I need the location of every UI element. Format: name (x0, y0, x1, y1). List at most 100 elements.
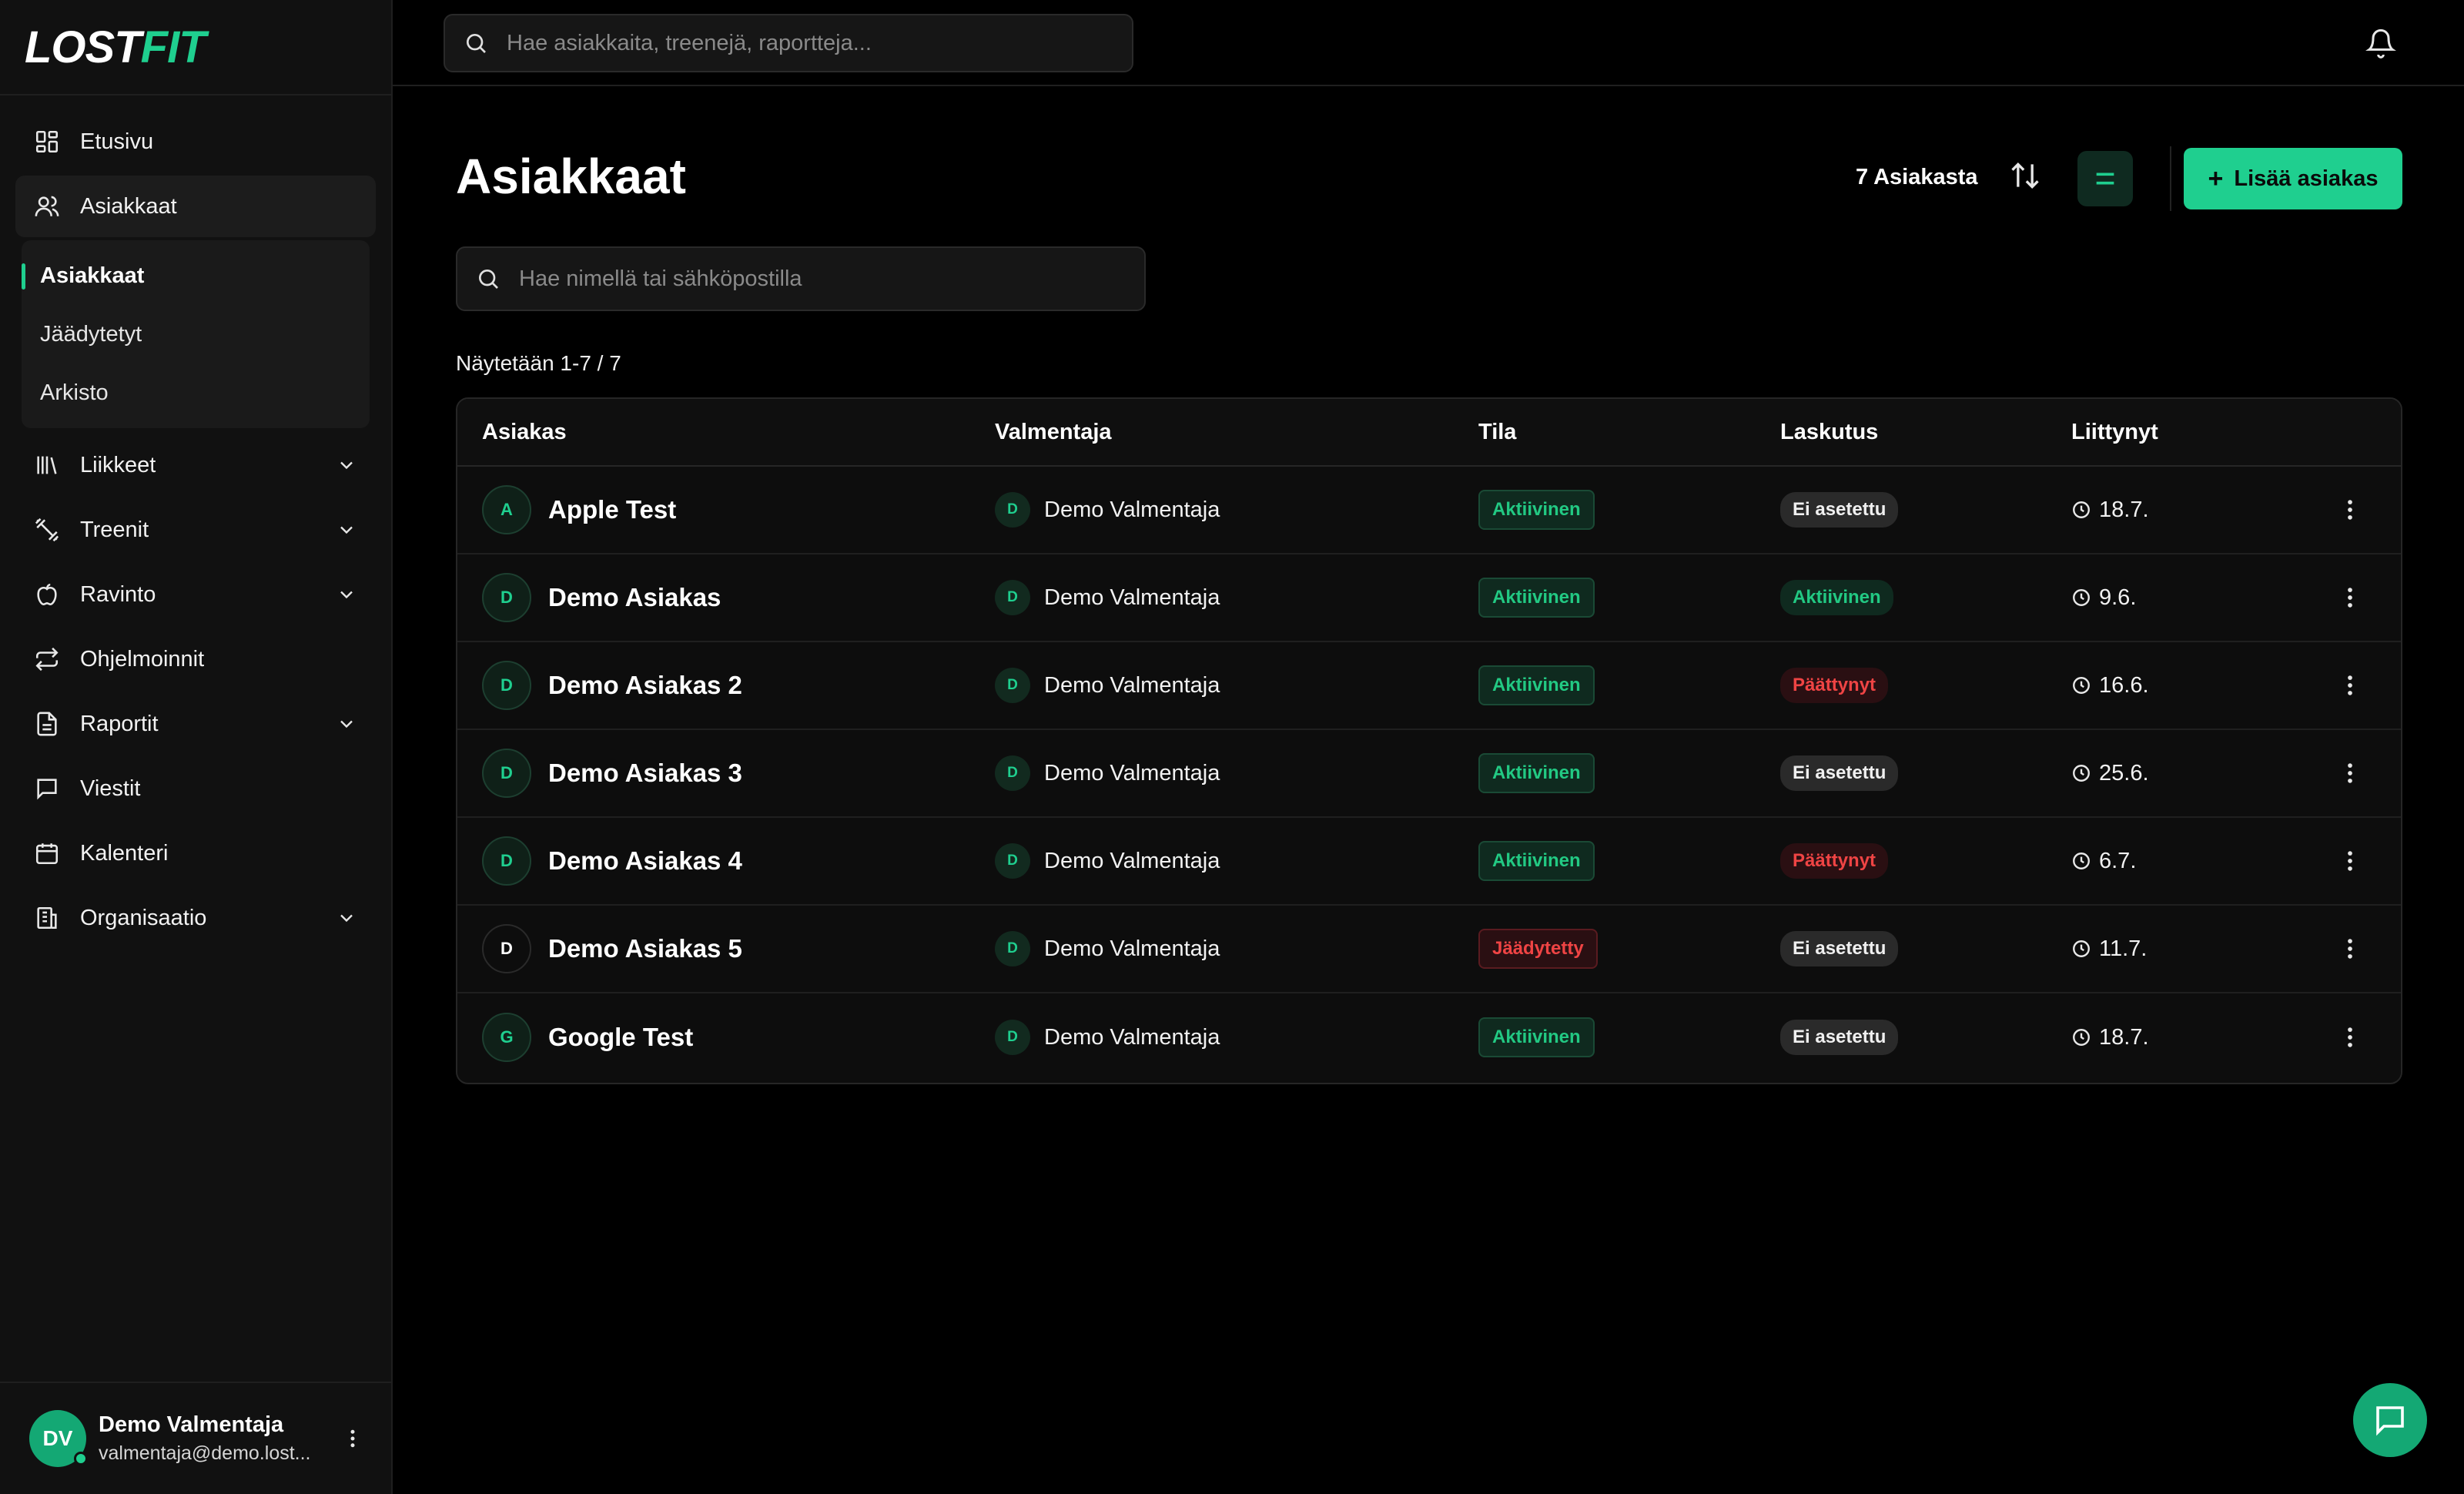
client-name[interactable]: Demo Asiakas (548, 583, 721, 612)
client-avatar: D (482, 749, 531, 798)
billing-badge: Päättynyt (1780, 843, 1889, 879)
client-avatar: G (482, 1013, 531, 1062)
billing-badge: Ei asetettu (1780, 1020, 1899, 1055)
header-status[interactable]: Tila (1478, 420, 1780, 445)
status-badge: Aktiivinen (1478, 841, 1595, 881)
sidebar-item-treenit[interactable]: Treenit (15, 499, 376, 561)
header-coach[interactable]: Valmentaja (995, 420, 1478, 445)
list-view-toggle[interactable] (2077, 151, 2133, 206)
table-row[interactable]: D Demo Asiakas D Demo Valmentaja Aktiivine… (457, 554, 2401, 642)
sidebar-item-label: Raportit (80, 711, 159, 736)
main-content: Asiakkaat 7 Asiakasta + Lisää asiakas Nä… (393, 86, 2464, 1494)
more-vertical-icon[interactable] (343, 1427, 362, 1450)
plus-icon: + (2208, 163, 2224, 193)
clock-icon (2073, 589, 2090, 606)
add-client-button[interactable]: + Lisää asiakas (2184, 148, 2402, 209)
more-vertical-icon[interactable] (2341, 848, 2359, 874)
library-icon (37, 456, 57, 474)
client-avatar: D (482, 661, 531, 710)
client-name[interactable]: Apple Test (548, 495, 676, 524)
clients-subnav: Asiakkaat Jäädytetyt Arkisto (22, 240, 370, 428)
subnav-item-jaadytetyt[interactable]: Jäädytetyt (22, 305, 370, 363)
sidebar-item-organisaatio[interactable]: Organisaatio (15, 887, 376, 949)
sidebar-item-ravinto[interactable]: Ravinto (15, 564, 376, 625)
coach-avatar: D (995, 668, 1030, 703)
coach-avatar: D (995, 931, 1030, 966)
client-name[interactable]: Demo Asiakas 5 (548, 934, 742, 963)
chat-button[interactable] (2353, 1383, 2427, 1457)
client-name[interactable]: Google Test (548, 1023, 693, 1052)
pagination-info: Näytetään 1-7 / 7 (456, 351, 621, 375)
billing-badge: Ei asetettu (1780, 755, 1899, 791)
message-icon (37, 779, 57, 800)
more-vertical-icon[interactable] (2341, 672, 2359, 698)
more-vertical-icon[interactable] (2341, 585, 2359, 611)
joined-date: 6.7. (2099, 848, 2137, 873)
joined-date: 18.7. (2099, 1024, 2149, 1050)
table-row[interactable]: A Apple Test D Demo Valmentaja Aktiivinen … (457, 467, 2401, 554)
sort-icon[interactable] (2008, 159, 2042, 193)
sidebar-nav: Etusivu Asiakkaat Asiakkaat Jäädytetyt A… (0, 95, 391, 949)
more-vertical-icon[interactable] (2341, 936, 2359, 962)
subnav-item-asiakkaat[interactable]: Asiakkaat (22, 246, 370, 305)
global-search-input[interactable] (507, 30, 1132, 56)
header-client[interactable]: Asiakas (457, 420, 995, 445)
status-badge: Aktiivinen (1478, 753, 1595, 793)
table-row[interactable]: G Google Test D Demo Valmentaja Aktiivinen… (457, 993, 2401, 1081)
avatar: DV (29, 1410, 88, 1467)
more-vertical-icon[interactable] (2341, 1024, 2359, 1050)
coach-name: Demo Valmentaja (1044, 585, 1220, 610)
client-name[interactable]: Demo Asiakas 3 (548, 759, 742, 788)
table-row[interactable]: D Demo Asiakas 2 D Demo Valmentaja Aktiivi… (457, 642, 2401, 730)
sidebar-item-viestit[interactable]: Viestit (15, 758, 376, 819)
billing-badge: Päättynyt (1780, 668, 1889, 703)
clock-icon (2073, 1029, 2090, 1046)
users-icon (35, 196, 59, 216)
coach-name: Demo Valmentaja (1044, 936, 1220, 961)
joined-date: 9.6. (2099, 585, 2137, 610)
client-search-input[interactable] (519, 266, 1144, 292)
user-info: Demo Valmentaja valmentaja@demo.lost... (99, 1412, 343, 1465)
client-name[interactable]: Demo Asiakas 2 (548, 671, 742, 700)
sidebar-item-kalenteri[interactable]: Kalenteri (15, 822, 376, 884)
client-avatar: D (482, 836, 531, 886)
billing-badge: Aktiivinen (1780, 580, 1893, 615)
chevron-down-icon (340, 461, 353, 470)
coach-avatar: D (995, 1020, 1030, 1055)
client-search[interactable] (456, 246, 1146, 311)
header-joined[interactable]: Liittynyt (2071, 420, 2325, 445)
status-badge: Jäädytetty (1478, 929, 1598, 969)
sidebar: LOSTFIT Etusivu Asiakkaat Asiakkaat Jääd… (0, 0, 393, 1494)
coach-name: Demo Valmentaja (1044, 497, 1220, 522)
chevron-down-icon (340, 526, 353, 534)
file-icon (37, 712, 57, 736)
billing-badge: Ei asetettu (1780, 931, 1899, 966)
sidebar-item-asiakkaat[interactable]: Asiakkaat (15, 176, 376, 237)
header-billing[interactable]: Laskutus (1780, 420, 2071, 445)
top-bar (393, 0, 2464, 86)
sidebar-item-label: Ravinto (80, 581, 156, 607)
logo[interactable]: LOSTFIT (0, 0, 391, 95)
table-header: Asiakas Valmentaja Tila Laskutus Liittyn… (457, 399, 2401, 467)
table-row[interactable]: D Demo Asiakas 4 D Demo Valmentaja Aktiivi… (457, 818, 2401, 906)
sidebar-item-liikkeet[interactable]: Liikkeet (15, 434, 376, 496)
sidebar-item-ohjelmoinnit[interactable]: Ohjelmoinnit (15, 628, 376, 690)
clock-icon (2073, 765, 2090, 782)
sidebar-item-etusivu[interactable]: Etusivu (15, 111, 376, 173)
subnav-item-arkisto[interactable]: Arkisto (22, 363, 370, 422)
clock-icon (2073, 940, 2090, 957)
table-row[interactable]: D Demo Asiakas 3 D Demo Valmentaja Aktiivi… (457, 730, 2401, 818)
apple-icon (37, 583, 57, 606)
user-panel[interactable]: DV Demo Valmentaja valmentaja@demo.lost.… (0, 1382, 391, 1494)
sidebar-item-raportit[interactable]: Raportit (15, 693, 376, 755)
sidebar-item-label: Organisaatio (80, 905, 207, 930)
more-vertical-icon[interactable] (2341, 760, 2359, 786)
global-search[interactable] (444, 14, 1133, 72)
clock-icon (2073, 853, 2090, 869)
more-vertical-icon[interactable] (2341, 497, 2359, 523)
client-avatar: D (482, 573, 531, 622)
table-row[interactable]: D Demo Asiakas 5 D Demo Valmentaja Jäädyte… (457, 906, 2401, 993)
client-name[interactable]: Demo Asiakas 4 (548, 846, 742, 876)
bell-icon[interactable] (2365, 28, 2396, 59)
clock-icon (2073, 501, 2090, 518)
